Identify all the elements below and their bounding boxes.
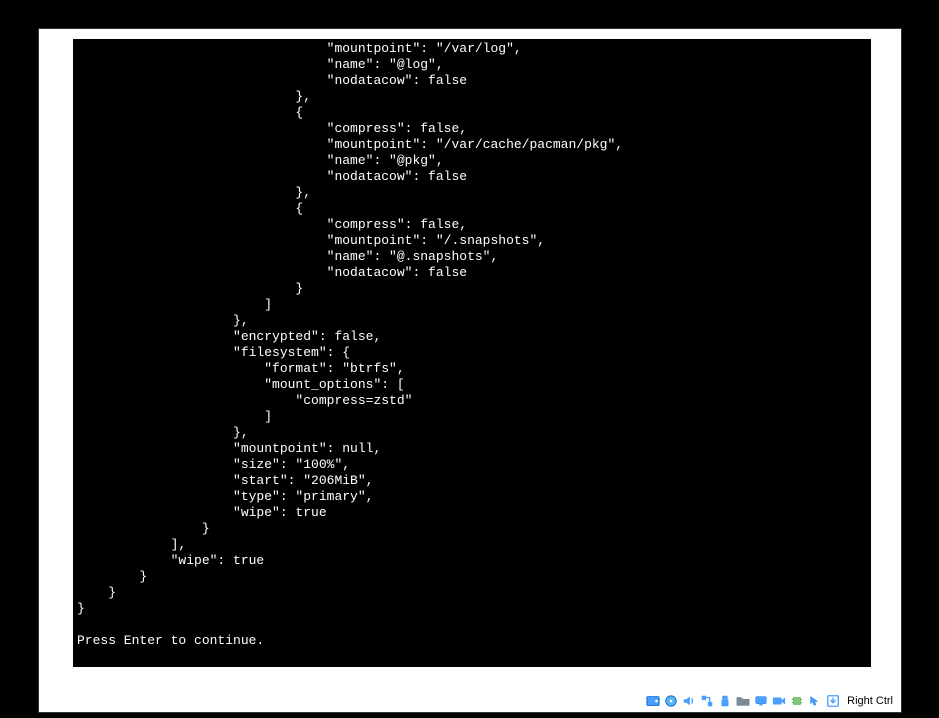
shared-folder-icon[interactable] bbox=[735, 693, 751, 709]
mouse-integration-icon[interactable] bbox=[807, 693, 823, 709]
optical-disk-icon[interactable] bbox=[663, 693, 679, 709]
keyboard-icon[interactable] bbox=[825, 693, 841, 709]
terminal-text: "mountpoint": "/var/log", "name": "@log"… bbox=[77, 41, 623, 648]
processor-icon[interactable] bbox=[789, 693, 805, 709]
recording-icon[interactable] bbox=[771, 693, 787, 709]
network-icon[interactable] bbox=[699, 693, 715, 709]
terminal-output[interactable]: "mountpoint": "/var/log", "name": "@log"… bbox=[73, 39, 871, 667]
hard-disk-icon[interactable] bbox=[645, 693, 661, 709]
audio-icon[interactable] bbox=[681, 693, 697, 709]
usb-icon[interactable] bbox=[717, 693, 733, 709]
display-icon[interactable] bbox=[753, 693, 769, 709]
host-key-label: Right Ctrl bbox=[847, 695, 893, 707]
vm-window: "mountpoint": "/var/log", "name": "@log"… bbox=[38, 28, 902, 713]
vm-status-bar: Right Ctrl bbox=[645, 693, 893, 709]
